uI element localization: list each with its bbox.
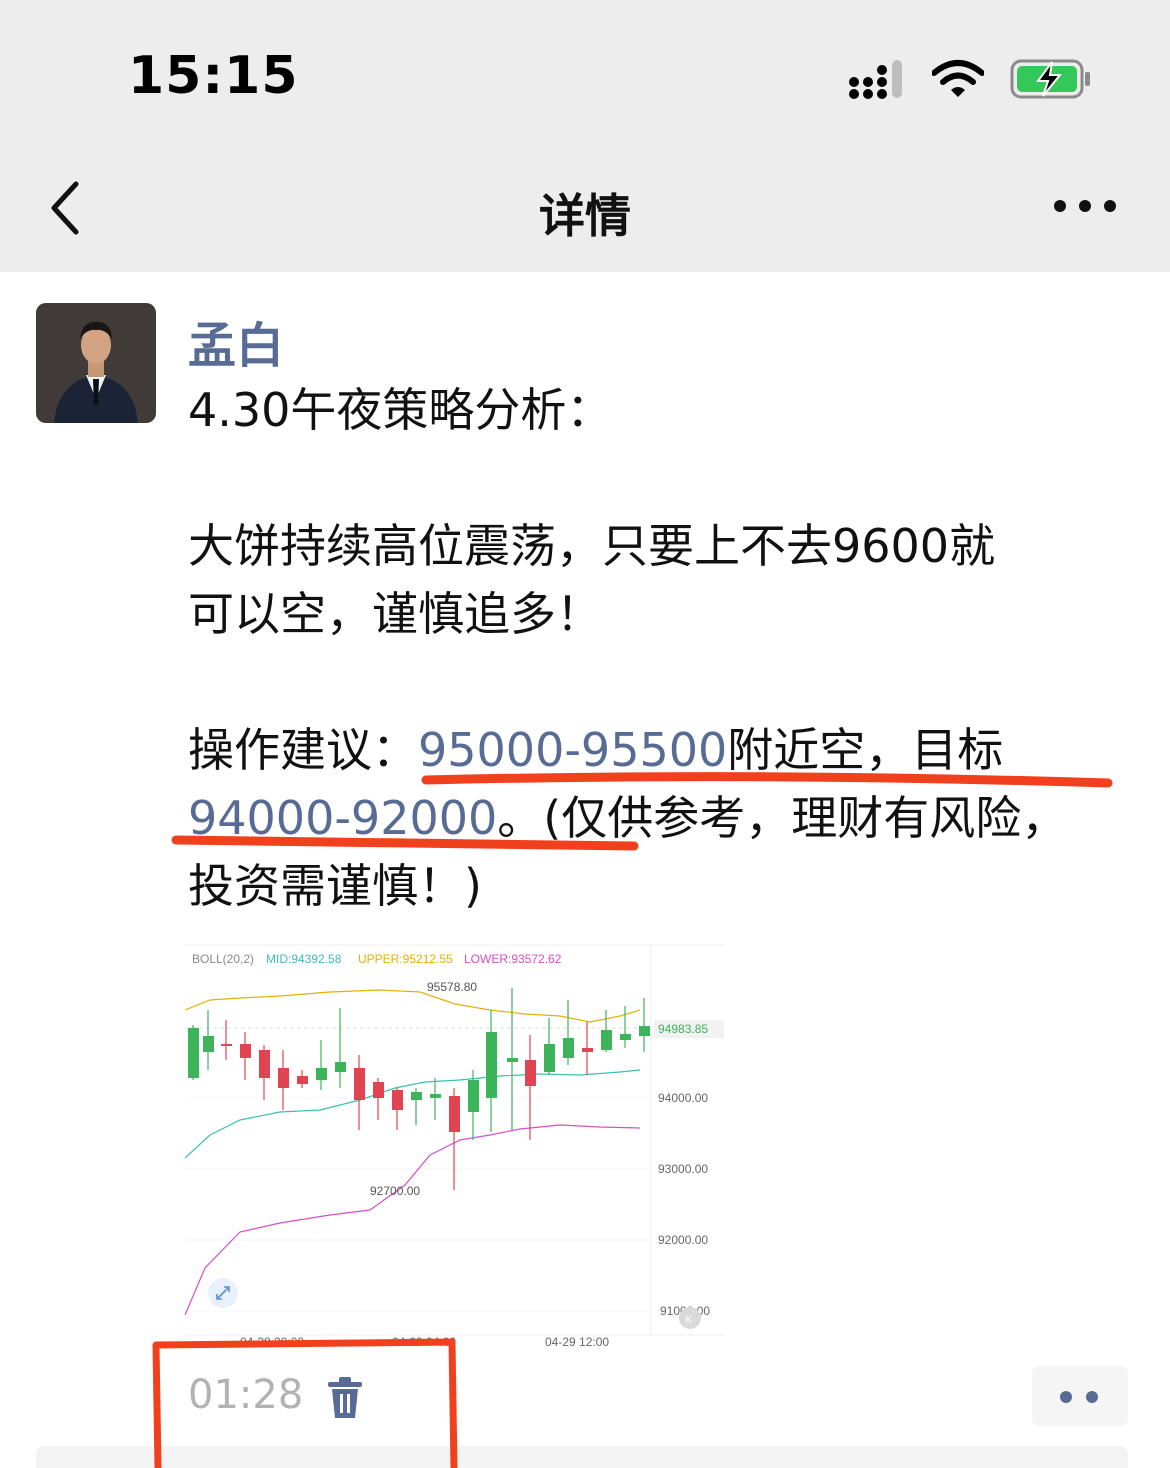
- phone-number-link[interactable]: 94000-92000: [188, 791, 497, 845]
- candle-up: [430, 1094, 441, 1098]
- mid-label: MID:94392.58: [266, 952, 342, 966]
- candle-up: [507, 1058, 518, 1062]
- nav-bar: 详情: [0, 150, 1170, 272]
- avatar[interactable]: [36, 303, 156, 423]
- candle-down: [525, 1060, 536, 1086]
- candle-down: [278, 1068, 289, 1088]
- candle-up: [620, 1034, 631, 1040]
- candle-down: [259, 1050, 270, 1078]
- more-options-icon[interactable]: [1050, 194, 1120, 218]
- candle-down: [297, 1076, 308, 1084]
- trash-icon[interactable]: [326, 1376, 364, 1420]
- candlestick-chart: BOLL(20,2) MID:94392.58 UPPER:95212.55 L…: [184, 944, 725, 1349]
- price-tag: 94983.85: [658, 1022, 708, 1036]
- low-label: 92700.00: [370, 1184, 420, 1198]
- candle-down: [240, 1044, 251, 1058]
- candle-up: [316, 1068, 327, 1080]
- post-line: 可以空，谨慎追多！: [188, 587, 602, 641]
- post-text: 操作建议：: [188, 723, 418, 777]
- chart-legend: BOLL(20,2) MID:94392.58 UPPER:95212.55 L…: [192, 952, 562, 966]
- avatar-photo: [36, 303, 156, 423]
- mid-band-line: [184, 1069, 641, 1159]
- post-content: 4.30午夜策略分析： 大饼持续高位震荡，只要上不去9600就 可以空，谨慎追多…: [188, 376, 1148, 920]
- candle-down: [392, 1090, 403, 1110]
- post-text: 。(仅供参考，理财有风险，: [497, 791, 1068, 845]
- post-line: 94000-92000。(仅供参考，理财有风险，: [188, 784, 1148, 852]
- phone-number-link[interactable]: 95000-95500: [418, 723, 727, 777]
- candle-up: [601, 1030, 612, 1050]
- indicator-label: BOLL(20,2): [192, 952, 254, 966]
- candle-down: [221, 1044, 232, 1046]
- status-icons: [848, 54, 1092, 104]
- post-line: 4.30午夜策略分析：: [188, 383, 613, 437]
- comment-more-button[interactable]: [1032, 1366, 1128, 1426]
- lower-label: LOWER:93572.62: [464, 952, 562, 966]
- upper-label: UPPER:95212.55: [358, 952, 453, 966]
- candle-up: [468, 1080, 479, 1112]
- post-time: 01:28: [188, 1372, 304, 1418]
- comment-area: [36, 1446, 1128, 1468]
- post-line: 大饼持续高位震荡，只要上不去9600就: [188, 519, 996, 573]
- x-tick: 04-29 12:00: [545, 1335, 609, 1349]
- y-tick: 93000.00: [658, 1162, 708, 1176]
- candle-down: [354, 1068, 365, 1100]
- candle-up: [544, 1044, 555, 1072]
- wifi-icon: [932, 60, 984, 97]
- candle-down: [373, 1082, 384, 1098]
- candle-down: [449, 1096, 460, 1132]
- page-title: 详情: [539, 189, 631, 243]
- candle-up: [411, 1092, 422, 1100]
- k-badge-letter: K: [685, 1314, 693, 1326]
- post-text: 附近空，目标: [727, 723, 1004, 777]
- chart-image[interactable]: BOLL(20,2) MID:94392.58 UPPER:95212.55 L…: [180, 940, 730, 1360]
- post-line: 操作建议：95000-95500附近空，目标: [188, 716, 1148, 784]
- status-time: 15:15: [128, 46, 299, 106]
- candle-up: [335, 1062, 346, 1072]
- lower-band-line: [184, 1124, 641, 1316]
- candle-up: [639, 1026, 650, 1036]
- candle-up: [203, 1036, 214, 1052]
- y-tick: 92000.00: [658, 1233, 708, 1247]
- cellular-signal-icon: [849, 60, 902, 99]
- high-label: 95578.80: [427, 980, 477, 994]
- expand-icon[interactable]: [208, 1278, 238, 1308]
- y-tick: 94000.00: [658, 1091, 708, 1105]
- candle-down: [582, 1048, 593, 1052]
- two-dots-icon: [1060, 1391, 1098, 1403]
- x-tick: 04-29 04:00: [392, 1335, 456, 1349]
- candle-up: [188, 1028, 199, 1078]
- upper-band-line: [184, 989, 641, 1023]
- post-line: 投资需谨慎！): [188, 859, 482, 913]
- author-name[interactable]: 孟白: [188, 306, 284, 376]
- battery-charging-icon: [1010, 59, 1090, 99]
- x-tick: 04-28 20:00: [240, 1335, 304, 1349]
- status-bar: 15:15: [0, 0, 1170, 150]
- candle-up: [563, 1038, 574, 1058]
- candle-up: [486, 1032, 497, 1098]
